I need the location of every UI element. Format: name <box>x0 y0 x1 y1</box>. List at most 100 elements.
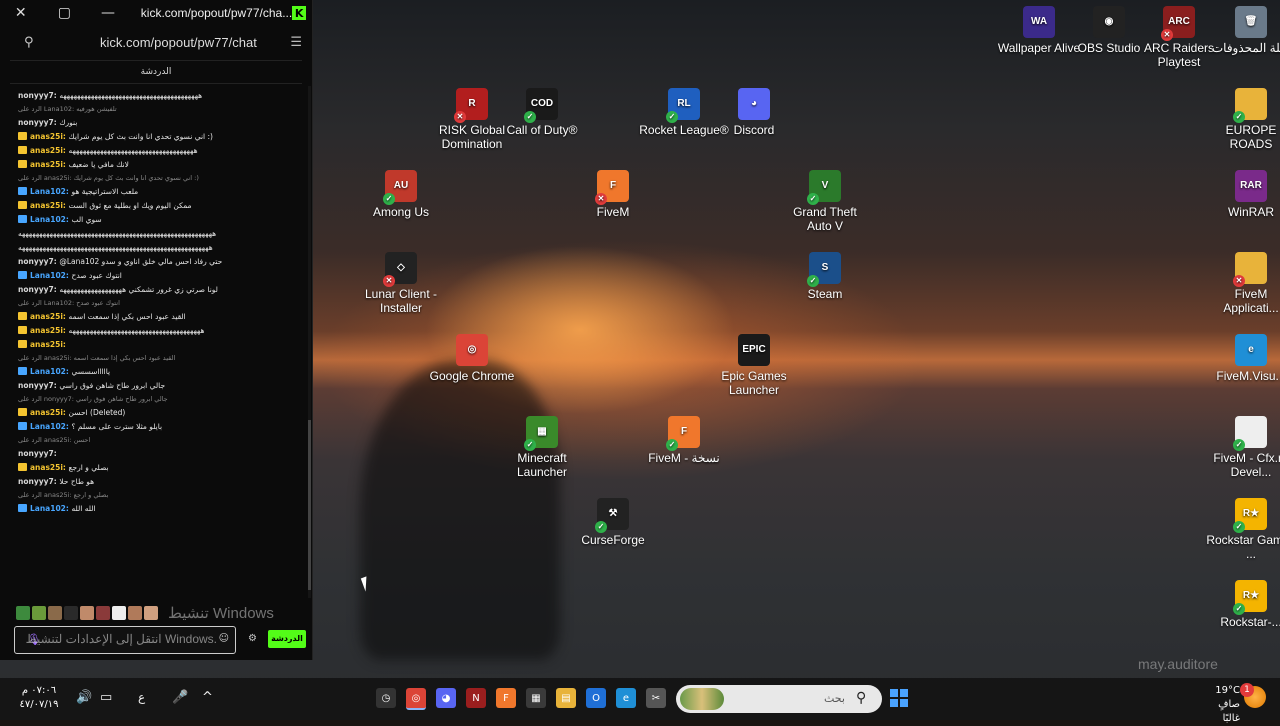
chat-username[interactable]: anas25i: <box>30 160 69 169</box>
desktop-shortcut[interactable]: R★ ✓ Rockstar-... <box>1206 580 1280 629</box>
desktop-shortcut[interactable]: AU ✓ Among Us <box>356 170 446 219</box>
taskbar-clock[interactable]: ٠٧:٠٦ م ٤٧/٠٧/١٩ <box>14 684 64 712</box>
chat-username[interactable]: Lana102: <box>30 271 72 280</box>
chat-username[interactable]: nonyyy7: <box>18 285 59 294</box>
send-chat-button[interactable]: الدردشة <box>268 630 306 648</box>
address-bar[interactable]: ⚲ kick.com/popout/pw77/chat ☰ <box>0 26 312 58</box>
desktop-shortcut[interactable]: ✓FiveM - Cfx.re Devel... <box>1206 416 1280 479</box>
taskbar-snip-icon[interactable]: ✂ <box>646 688 666 708</box>
chat-message-text: ياااااسسسي <box>71 367 111 376</box>
desktop-shortcut[interactable]: F ✕ FiveM <box>568 170 658 219</box>
taskbar-explorer-icon[interactable]: ▤ <box>556 688 576 708</box>
chat-username[interactable]: nonyyy7: <box>18 381 59 390</box>
chat-username[interactable]: anas25i: <box>30 408 69 417</box>
emote-icon[interactable] <box>80 606 94 620</box>
network-icon[interactable]: ▭ <box>100 690 112 705</box>
desktop-shortcut[interactable]: ⚒ ✓ CurseForge <box>568 498 658 547</box>
desktop-shortcut[interactable]: RAR WinRAR <box>1206 170 1280 219</box>
chat-message-text: بايلو مثلا سترت على مسلم ؟ <box>71 422 163 431</box>
user-badge-icon <box>18 187 27 195</box>
fivem-icon: F ✕ <box>595 170 629 205</box>
chat-username[interactable]: nonyyy7: <box>18 118 59 127</box>
chat-username[interactable]: Lana102: <box>30 215 72 224</box>
emote-icon[interactable] <box>96 606 110 620</box>
taskbar-outlook-icon[interactable]: O <box>586 688 606 708</box>
chat-username[interactable]: Lana102: <box>30 367 72 376</box>
desktop-shortcut[interactable]: 🗑 سلة المحذوفات <box>1206 6 1280 55</box>
desktop-shortcut[interactable]: V ✓ Grand Theft Auto V <box>780 170 870 233</box>
taskbar-edge-icon[interactable]: e <box>616 688 636 708</box>
desktop-shortcut[interactable]: ◎ Google Chrome <box>427 334 517 383</box>
chat-username[interactable]: anas25i: <box>30 201 69 210</box>
emote-icon[interactable] <box>16 606 30 620</box>
site-info-icon[interactable]: ⚲ <box>24 35 40 50</box>
chat-username[interactable]: anas25i: <box>30 463 69 472</box>
chat-message: anas25i: اني نسوي تحدي انا وانت بث كل يو… <box>18 132 302 141</box>
desktop-shortcut[interactable]: R★✓Rockstar Games ... <box>1206 498 1280 561</box>
chat-message-text: انتوك عبود صدح <box>71 271 122 280</box>
chat-username[interactable]: Lana102: <box>30 422 72 431</box>
chat-username[interactable]: nonyyy7: <box>18 477 59 486</box>
chat-username[interactable]: anas25i: <box>30 312 69 321</box>
desktop-shortcut[interactable]: ✓ EUROPE ROADS <box>1206 88 1280 151</box>
taskbar-news-icon[interactable]: N <box>466 688 486 708</box>
chat-username[interactable]: nonyyy7: <box>18 91 59 100</box>
chat-reply-context: الرد على anas25i: القيد عبود احس بكي إذا… <box>18 354 176 362</box>
start-button[interactable] <box>890 689 908 707</box>
maximize-icon[interactable]: ▢ <box>52 0 78 26</box>
taskbar-fivem-icon[interactable]: F <box>496 688 516 708</box>
taskbar-search[interactable]: بحث ⚲ <box>676 685 882 713</box>
emote-icon[interactable] <box>64 606 78 620</box>
emote-icon[interactable] <box>112 606 126 620</box>
taskbar-chrome-icon[interactable]: ◎ <box>406 688 426 710</box>
desktop-shortcut[interactable]: F ✓ FiveM - نسخة <box>639 416 729 465</box>
rockstar-icon: R★ ✓ <box>1233 580 1267 615</box>
taskbar-store-icon[interactable]: ▦ <box>526 688 546 708</box>
chat-message-text: احسن (Deleted) <box>68 408 126 417</box>
chat-input[interactable]: 🎙 انتقل إلى الإعدادات لتنشيط Windows. ☺ <box>14 626 236 654</box>
user-badge-icon <box>18 408 27 416</box>
emote-icon[interactable] <box>32 606 46 620</box>
chat-username[interactable]: nonyyy7: <box>18 449 57 458</box>
chat-settings-icon[interactable]: ⚙ <box>248 633 257 644</box>
chat-username[interactable]: anas25i: <box>30 340 66 349</box>
clock-time: ٠٧:٠٦ م <box>21 685 57 696</box>
emote-icon[interactable] <box>128 606 142 620</box>
emote-icon[interactable] <box>144 606 158 620</box>
chat-username[interactable]: Lana102: <box>30 187 72 196</box>
chat-username[interactable]: Lana102: <box>30 504 72 513</box>
taskbar-clock-app-icon[interactable]: ◷ <box>376 688 396 708</box>
chevron-up-icon[interactable]: ^ <box>202 690 213 705</box>
chat-username[interactable]: nonyyy7: <box>18 257 59 266</box>
minimize-icon[interactable]: — <box>95 0 121 26</box>
chat-message-list[interactable]: nonyyy7: ههههههههههههههههههههههههههههههه… <box>18 86 302 598</box>
microphone-icon[interactable]: 🎤 <box>172 690 188 705</box>
emote-icon[interactable] <box>48 606 62 620</box>
desktop-shortcut-label: EUROPE ROADS <box>1225 123 1277 151</box>
close-icon[interactable]: ✕ <box>8 0 34 26</box>
desktop-shortcut[interactable]: ▦ ✓ Minecraft Launcher <box>497 416 587 479</box>
desktop-shortcut[interactable]: ◕ Discord <box>709 88 799 137</box>
desktop-shortcut[interactable]: e FiveM.Visu... <box>1206 334 1280 383</box>
chat-username[interactable]: anas25i: <box>30 326 69 335</box>
chat-username[interactable]: anas25i: <box>30 146 69 155</box>
desktop-shortcut[interactable]: ✕ FiveM Applicati... <box>1206 252 1280 315</box>
desktop-shortcut-label: FiveM.Visu... <box>1216 369 1280 383</box>
weather-desc: صافٍ غالبًا <box>1218 699 1240 724</box>
gta-icon: V ✓ <box>807 170 841 205</box>
volume-icon[interactable]: 🔊 <box>76 690 92 705</box>
chat-username[interactable]: anas25i: <box>30 132 69 141</box>
desktop-shortcut-label: Rockstar Games ... <box>1206 533 1280 561</box>
desktop-shortcut[interactable]: S ✓ Steam <box>780 252 870 301</box>
call-of-duty-icon: COD ✓ <box>524 88 558 123</box>
chat-message: anas25i: ممكن اليوم ويك او بطلية مع ثوق … <box>18 201 302 210</box>
language-indicator[interactable]: ع <box>138 690 145 704</box>
desktop-shortcut[interactable]: EPIC Epic Games Launcher <box>709 334 799 397</box>
taskbar-discord-icon[interactable]: ◕ <box>436 688 456 708</box>
sync-ok-icon: ✓ <box>524 111 536 123</box>
settings-sliders-icon[interactable]: ☰ <box>290 35 302 50</box>
chat-scrollbar-thumb[interactable] <box>308 420 311 590</box>
desktop-shortcut[interactable]: ◇ ✕ Lunar Client - Installer <box>356 252 446 315</box>
desktop-shortcut[interactable]: COD ✓ Call of Duty® <box>497 88 587 137</box>
emoji-icon[interactable]: ☺ <box>219 633 229 644</box>
